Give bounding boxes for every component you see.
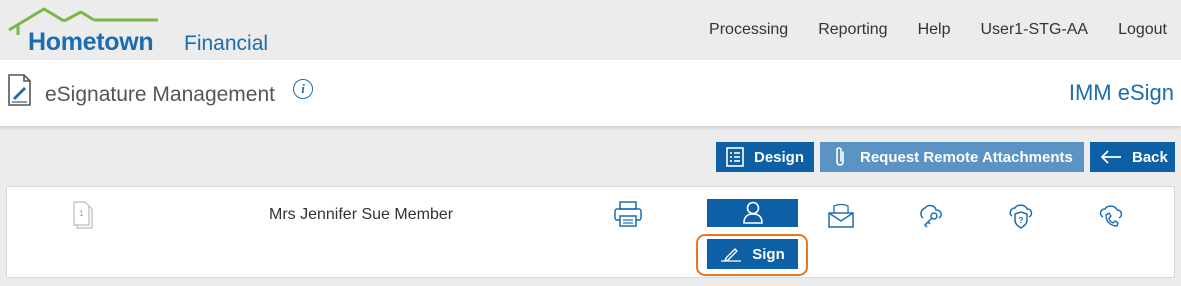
paperclip-icon [834, 146, 846, 168]
envelope-icon[interactable] [827, 203, 855, 234]
signature-document-icon [7, 74, 33, 111]
top-bar: Hometown Financial Processing Reporting … [0, 0, 1181, 60]
sign-label: Sign [752, 245, 785, 263]
request-remote-attachments-button[interactable]: Request Remote Attachments [820, 142, 1084, 172]
page-header: eSignature Management i IMM eSign [0, 60, 1181, 126]
page-title: eSignature Management [45, 83, 275, 106]
action-toolbar: Design Request Remote Attachments Back [716, 142, 1175, 172]
signer-person-button[interactable] [707, 199, 798, 227]
signer-name: Mrs Jennifer Sue Member [269, 206, 454, 223]
request-remote-attachments-label: Request Remote Attachments [860, 148, 1073, 166]
nav-help[interactable]: Help [918, 21, 951, 39]
back-label: Back [1132, 148, 1168, 166]
list-icon [726, 147, 744, 167]
logo-text-main: Hometown [28, 28, 154, 56]
key-icon[interactable] [917, 202, 945, 235]
phone-support-icon[interactable] [1097, 202, 1125, 235]
nav-logout[interactable]: Logout [1118, 21, 1167, 39]
document-count-icon: 1 [73, 201, 95, 234]
arrow-left-icon [1100, 150, 1122, 164]
back-button[interactable]: Back [1090, 142, 1175, 172]
nav-processing[interactable]: Processing [709, 21, 788, 39]
person-icon [742, 201, 764, 225]
logo[interactable]: Hometown Financial [6, 6, 286, 56]
nav-user[interactable]: User1-STG-AA [980, 21, 1088, 39]
shield-question-icon[interactable]: ? [1007, 202, 1035, 235]
top-nav: Processing Reporting Help User1-STG-AA L… [679, 21, 1167, 39]
info-icon[interactable]: i [293, 79, 313, 99]
document-count: 1 [79, 209, 84, 218]
pen-icon [720, 246, 742, 262]
product-name: IMM eSign [1068, 80, 1174, 105]
printer-icon[interactable] [613, 201, 643, 232]
signer-row: 1 Mrs Jennifer Sue Member ? Sign [6, 186, 1175, 278]
design-label: Design [754, 148, 805, 166]
nav-reporting[interactable]: Reporting [818, 21, 887, 39]
logo-text-sub: Financial [184, 32, 269, 55]
svg-text:?: ? [1019, 216, 1024, 225]
sign-button[interactable]: Sign [707, 239, 798, 269]
design-button[interactable]: Design [716, 142, 814, 172]
